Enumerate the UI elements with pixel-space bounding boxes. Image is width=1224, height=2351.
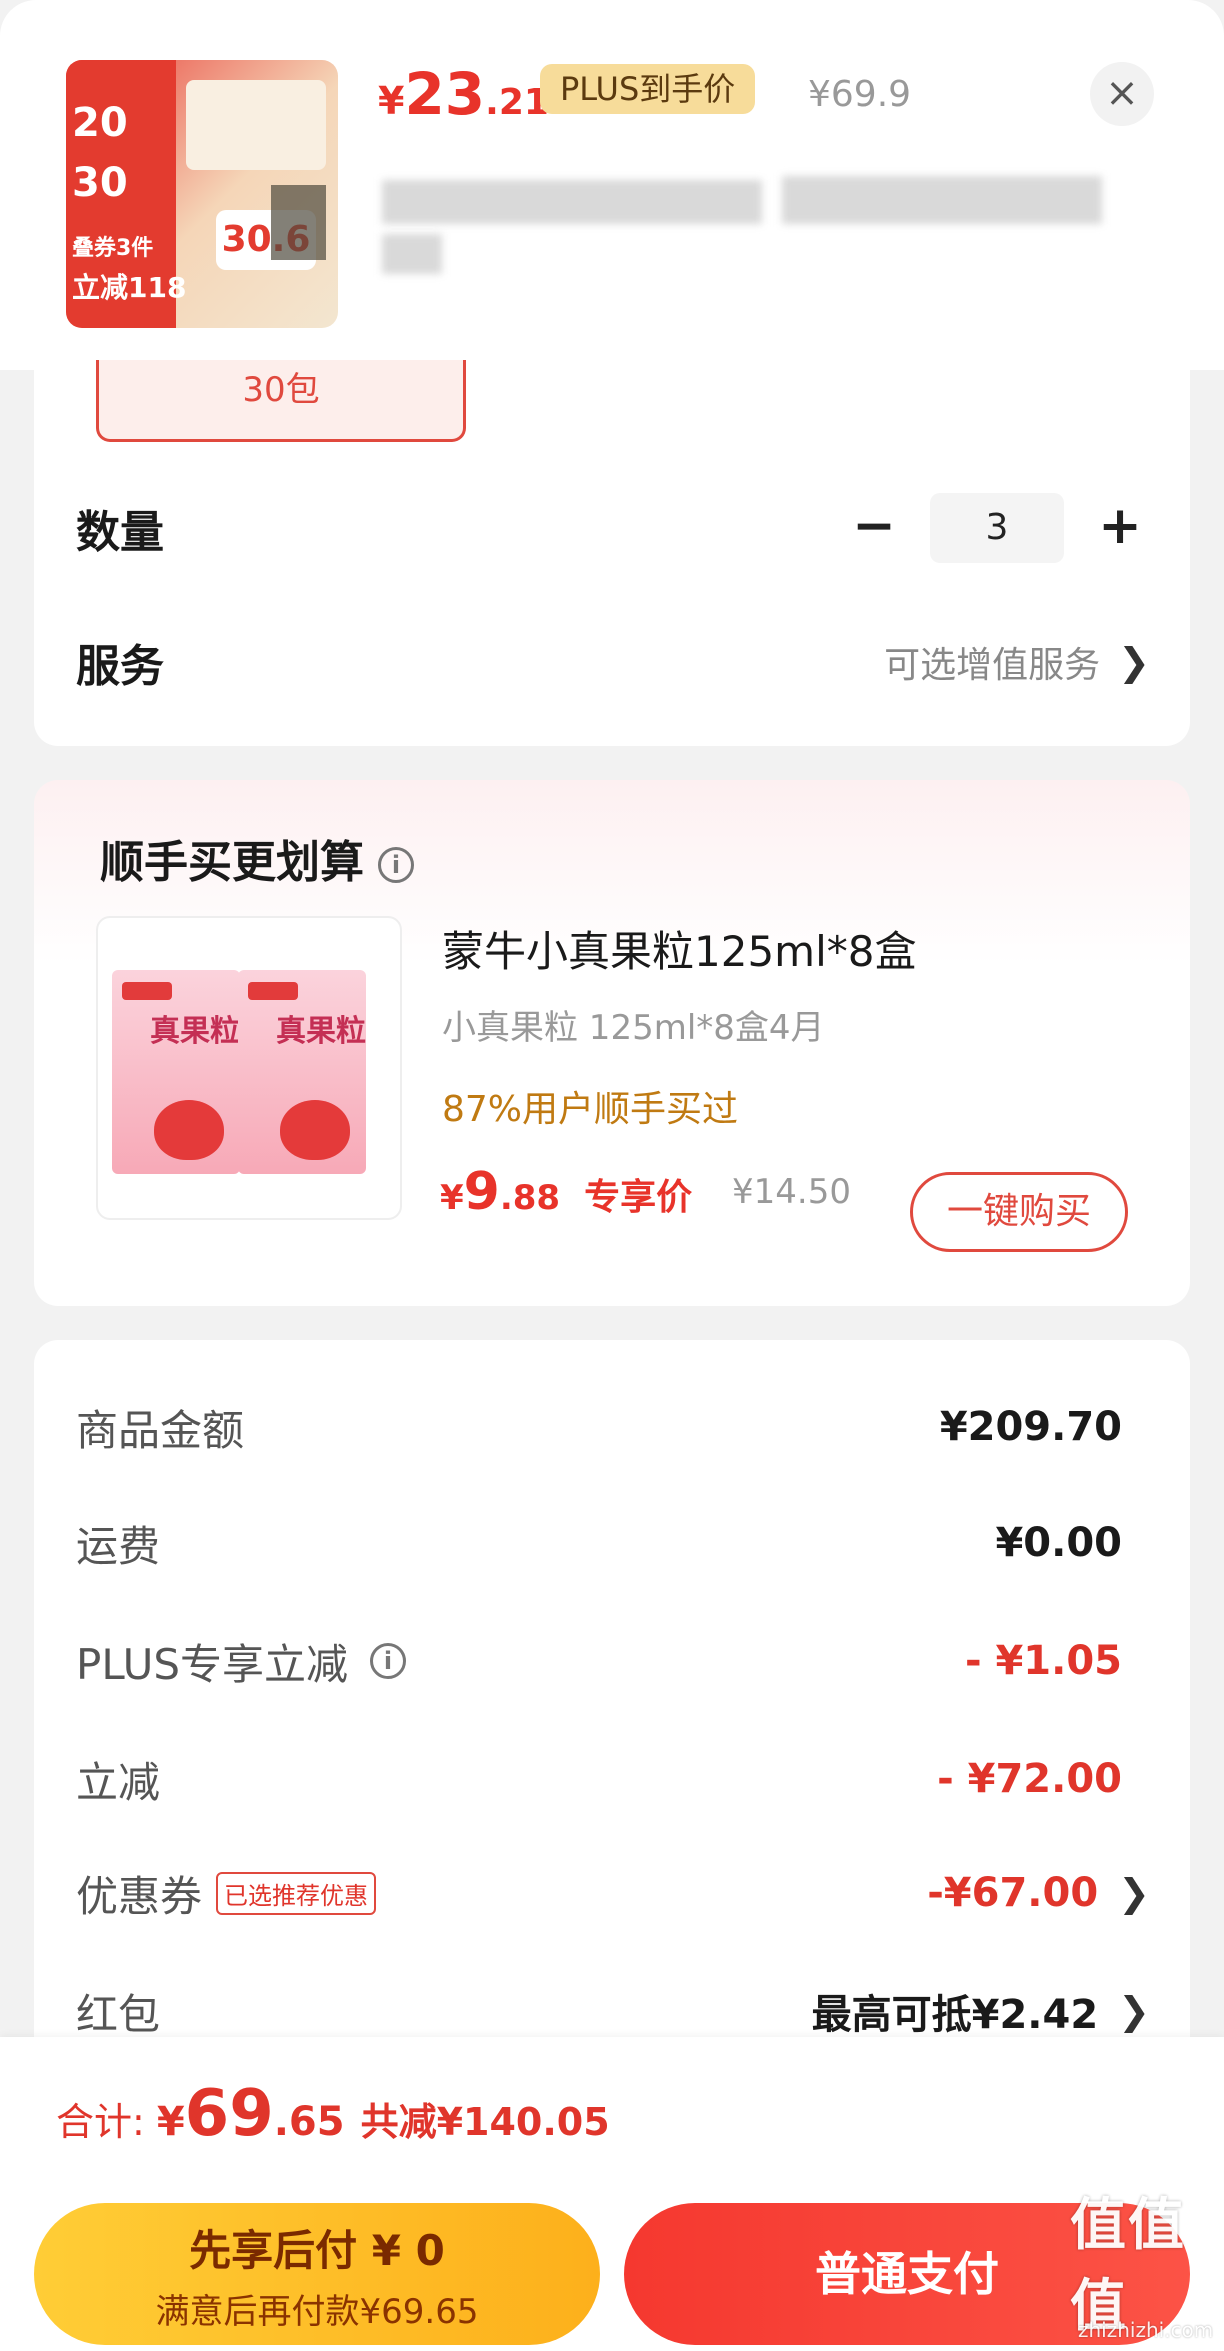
bundle-product-image[interactable]: 真果粒 真果粒: [96, 916, 402, 1220]
bundle-original-price: ¥14.50: [732, 1172, 851, 1212]
summary-row-instant-discount: 立减 - ¥72.00: [76, 1756, 1122, 1807]
quantity-input[interactable]: 3: [930, 493, 1064, 563]
original-price: ¥69.9: [808, 74, 912, 115]
info-icon[interactable]: i: [378, 847, 414, 883]
site-watermark-url: zhizhizhi.com: [1078, 2318, 1214, 2342]
info-icon[interactable]: i: [370, 1643, 407, 1679]
summary-row-subtotal: 商品金额 ¥209.70: [76, 1404, 1122, 1455]
order-total: 合计: ¥ 69 .65 共减¥140.05: [56, 2077, 610, 2151]
total-saving: 共减¥140.05: [360, 2100, 610, 2144]
one-click-buy-button[interactable]: 一键购买: [910, 1172, 1128, 1252]
service-link[interactable]: 可选增值服务 ❯: [884, 636, 1150, 688]
quantity-label: 数量: [76, 507, 164, 558]
plus-price-tag: PLUS到手价: [540, 64, 756, 114]
chevron-right-icon: ❯: [1118, 1989, 1150, 2033]
sku-option-chip[interactable]: 30包: [96, 360, 466, 442]
summary-row-coupon[interactable]: 优惠券 已选推荐优惠 -¥67.00 ❯: [76, 1858, 1150, 1928]
close-icon[interactable]: ×: [1090, 62, 1154, 126]
blurred-product-title[interactable]: [382, 170, 1162, 280]
bundle-price: ¥ 9 .88 专享价: [440, 1162, 693, 1222]
thumb-text-1: 20: [72, 100, 128, 146]
plus-price: ¥ 23 .21: [378, 60, 549, 128]
summary-row-red-packet[interactable]: 红包 最高可抵¥2.42 ❯: [76, 1976, 1150, 2046]
quantity-stepper: − 3 +: [844, 493, 1150, 563]
chevron-right-icon: ❯: [1118, 640, 1150, 684]
pay-later-button[interactable]: 先享后付 ¥ 0 满意后再付款¥69.65: [34, 2203, 600, 2345]
minus-button[interactable]: −: [844, 498, 904, 558]
service-label: 服务: [76, 641, 164, 692]
bundle-title: 顺手买更划算 i: [100, 826, 414, 890]
bundle-product-spec: 小真果粒 125ml*8盒4月: [442, 1008, 825, 1048]
exclusive-price-label: 专享价: [584, 1177, 693, 1218]
summary-row-plus-discount: PLUS专享立减 i - ¥1.05: [76, 1638, 1122, 1689]
service-row[interactable]: 服务 可选增值服务 ❯: [76, 622, 1150, 702]
coupon-selected-tag: 已选推荐优惠: [216, 1871, 377, 1915]
thumb-text-2: 30: [72, 160, 128, 206]
thumb-text-4: 立减118: [72, 271, 187, 304]
thumb-text-3: 叠券3件: [72, 236, 154, 261]
quantity-row: 数量 − 3 +: [76, 488, 1150, 568]
sku-options-card: 30包 数量 − 3 + 服务 可选增值服务 ❯: [34, 360, 1190, 746]
summary-row-shipping: 运费 ¥0.00: [76, 1520, 1122, 1571]
bundle-product-name[interactable]: 蒙牛小真果粒125ml*8盒: [442, 918, 916, 979]
bundle-offer-card: 顺手买更划算 i 真果粒 真果粒 蒙牛小真果粒125ml*8盒 小真果粒 125m…: [34, 780, 1190, 1306]
chevron-right-icon: ❯: [1118, 1871, 1150, 1915]
product-header: 20 30 叠券3件 立减118 30.6 ¥ 23 .21 PLUS到手价 ¥…: [0, 0, 1224, 370]
product-thumbnail: 20 30 叠券3件 立减118 30.6: [66, 60, 338, 328]
checkout-bar: 合计: ¥ 69 .65 共减¥140.05 先享后付 ¥ 0 满意后再付款¥6…: [0, 2037, 1224, 2351]
plus-button[interactable]: +: [1090, 498, 1150, 558]
bundle-purchase-stat: 87%用户顺手买过: [442, 1089, 739, 1130]
